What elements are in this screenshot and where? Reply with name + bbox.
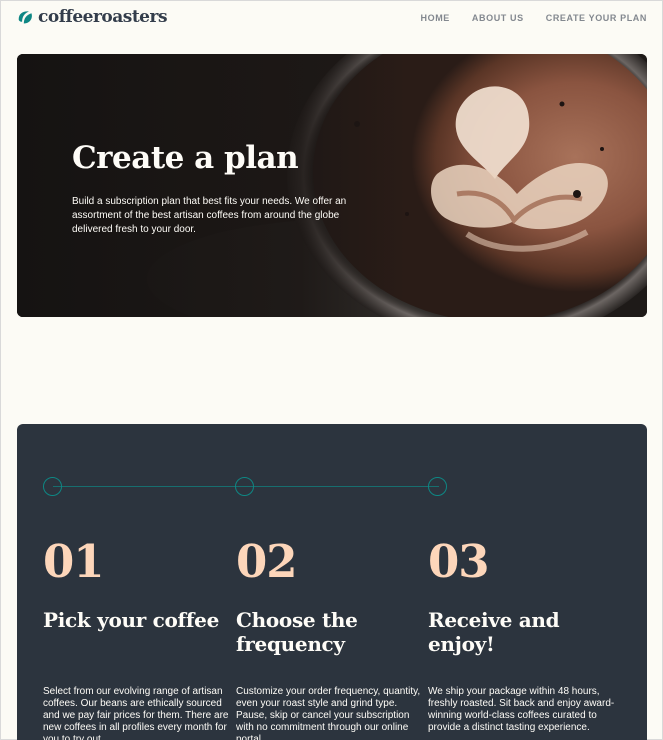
step-title: Receive and enjoy! — [428, 608, 560, 656]
step-title: Choose the frequency — [236, 608, 358, 656]
step-3: 03 Receive and enjoy! We ship your packa… — [428, 532, 614, 733]
nav-create-plan-link[interactable]: CREATE YOUR PLAN — [546, 13, 647, 23]
timeline-dot-2 — [235, 477, 254, 496]
step-number: 01 — [43, 535, 105, 588]
step-2: 02 Choose the frequency Customize your o… — [236, 532, 421, 740]
how-it-works-section: 01 Pick your coffee Select from our evol… — [17, 424, 647, 740]
nav-home-link[interactable]: HOME — [421, 13, 450, 23]
hero-subtitle: Build a subscription plan that best fits… — [72, 196, 347, 235]
site-header: coffeeroasters HOME ABOUT US CREATE YOUR… — [1, 1, 663, 37]
step-number: 03 — [428, 535, 490, 588]
logo-text: coffeeroasters — [38, 7, 168, 27]
step-1: 01 Pick your coffee Select from our evol… — [43, 532, 228, 740]
nav-about-link[interactable]: ABOUT US — [472, 13, 524, 23]
timeline-dot-3 — [428, 477, 447, 496]
step-title: Pick your coffee — [43, 608, 220, 632]
step-text: We ship your package within 48 hours, fr… — [428, 686, 615, 733]
hero-banner: Create a plan Build a subscription plan … — [17, 54, 647, 317]
hero-title: Create a plan — [72, 140, 299, 176]
logo[interactable]: coffeeroasters — [17, 7, 168, 27]
coffee-cup-image — [17, 54, 647, 317]
step-number: 02 — [236, 535, 298, 588]
step-text: Select from our evolving range of artisa… — [43, 686, 229, 740]
step-text: Customize your order frequency, quantity… — [236, 686, 421, 740]
timeline-dot-1 — [43, 477, 62, 496]
main-nav: HOME ABOUT US CREATE YOUR PLAN — [399, 13, 648, 23]
coffee-bean-icon — [18, 10, 32, 23]
